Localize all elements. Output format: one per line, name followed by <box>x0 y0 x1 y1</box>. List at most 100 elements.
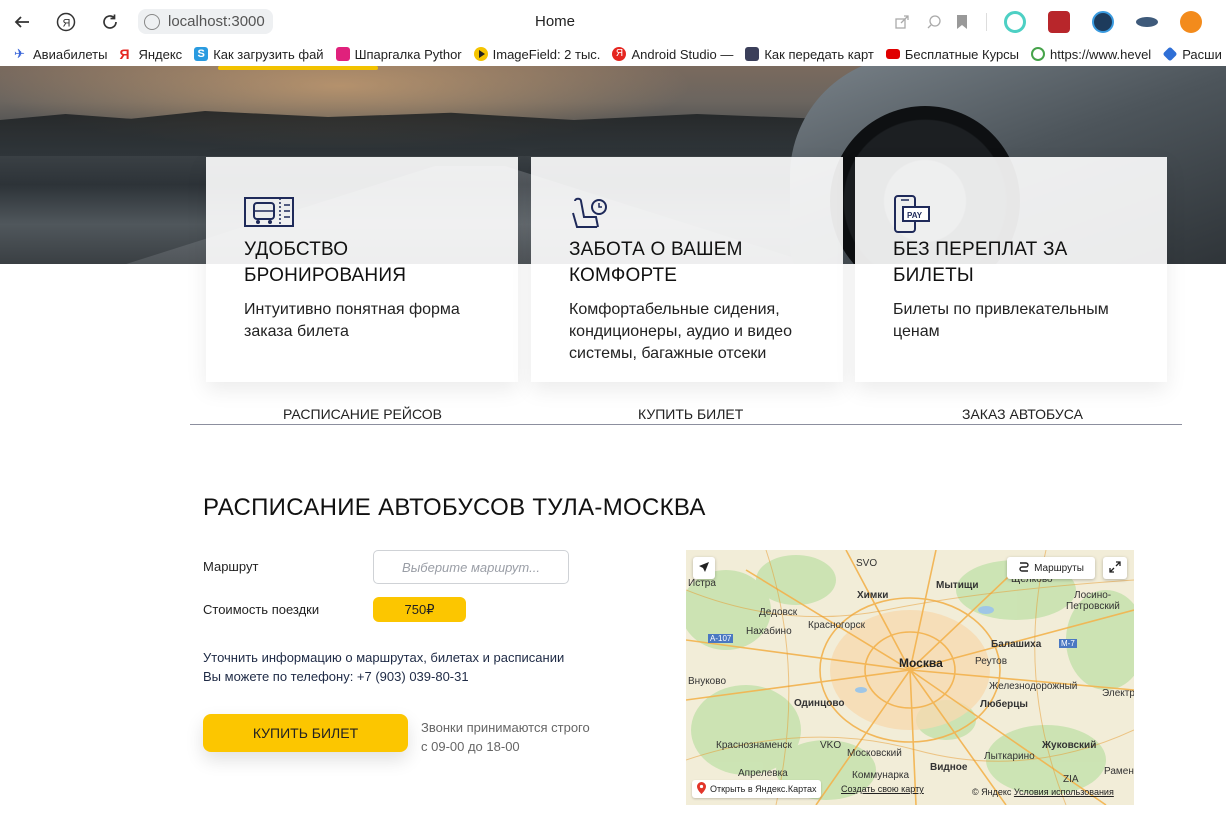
map-place-label: Лосино- <box>1074 590 1112 601</box>
tab-buy-ticket[interactable]: КУПИТЬ БИЛЕТ <box>638 406 743 422</box>
extension-fox-icon[interactable] <box>1180 11 1202 33</box>
map-place-label: Рамен <box>1104 766 1134 777</box>
terms-link[interactable]: Условия использования <box>1014 787 1114 797</box>
extension-alice-icon[interactable] <box>1004 11 1026 33</box>
bookmark-label: Шпаргалка Pythor <box>354 46 462 62</box>
geolocation-button[interactable] <box>693 557 715 579</box>
feature-title: БЕЗ ПЕРЕПЛАТ ЗА БИЛЕТЫ <box>893 239 1068 286</box>
address-bar[interactable]: localhost:3000 <box>138 9 273 34</box>
bookmark-item[interactable]: Я Android Studio — <box>612 47 733 62</box>
yandex-map[interactable]: Истра SVO Химки Мытищи Щёлково Лосино- П… <box>686 550 1134 805</box>
open-in-yandex-maps[interactable]: Открыть в Яндекс.Картах <box>692 780 822 798</box>
folder-icon <box>335 47 350 61</box>
bus-ticket-icon <box>244 195 296 231</box>
reload-icon[interactable] <box>98 10 122 34</box>
hero-accent-strip <box>218 66 378 70</box>
bookmark-item[interactable]: ImageField: 2 тыс. <box>473 46 601 62</box>
play-icon <box>473 47 488 61</box>
create-map-link[interactable]: Создать свою карту <box>841 784 924 794</box>
contact-info: Уточнить информацию о маршрутах, билетах… <box>203 648 564 686</box>
locate-arrow-icon <box>698 561 710 576</box>
back-arrow-icon[interactable] <box>10 10 34 34</box>
map-place-label: Внуково <box>688 676 727 687</box>
map-place-label: Мытищи <box>936 580 979 591</box>
bookmark-item[interactable]: Шпаргалка Pythor <box>335 46 462 62</box>
yandex-icon: Я <box>119 46 130 62</box>
browser-toolbar: Я localhost:3000 Home <box>0 0 1226 42</box>
bookmark-item[interactable]: ✈ Авиабилеты <box>14 47 107 62</box>
expand-icon <box>1109 560 1121 576</box>
feature-title: УДОБСТВО БРОНИРОВАНИЯ <box>244 239 407 286</box>
plane-icon: ✈ <box>14 46 25 61</box>
buy-ticket-button[interactable]: КУПИТЬ БИЛЕТ <box>203 714 408 752</box>
contact-phone-line: Вы можете по телефону: +7 (903) 039-80-3… <box>203 669 469 684</box>
map-copyright: © Яндекс Условия использования <box>972 787 1114 797</box>
bookmark-label: Расши <box>1182 46 1222 62</box>
map-place-label: Одинцово <box>794 698 845 709</box>
price-label: Стоимость поездки <box>203 602 320 617</box>
route-select[interactable]: Выберите маршрут... <box>373 550 569 584</box>
address-text: localhost:3000 <box>168 13 265 30</box>
map-place-label: VKO <box>820 740 842 751</box>
map-place-label: Люберцы <box>980 699 1028 710</box>
route-icon <box>1018 561 1030 576</box>
stack-icon <box>1162 46 1178 62</box>
map-place-label: Химки <box>857 590 889 601</box>
map-place-label: Краснознаменск <box>716 740 792 751</box>
tab-title: Home <box>535 13 576 30</box>
routes-button-label: Маршруты <box>1034 562 1084 574</box>
feature-card-comfort: ЗАБОТА О ВАШЕМ КОМФОРТЕ Комфортабельные … <box>531 157 843 382</box>
bookmark-item[interactable]: https://www.hevel <box>1031 47 1151 62</box>
extension-game-icon[interactable] <box>1048 11 1070 33</box>
map-place-label: ZIA <box>1063 774 1079 785</box>
bookmark-label: ImageField: 2 тыс. <box>492 46 601 62</box>
bookmark-label: Яндекс <box>138 46 183 62</box>
extension-cloud-icon[interactable] <box>1136 17 1158 27</box>
bookmark-icon[interactable] <box>952 12 972 32</box>
feature-title: ЗАБОТА О ВАШЕМ КОМФОРТЕ <box>569 239 743 286</box>
extension-vpn-icon[interactable] <box>1092 11 1114 33</box>
svg-text:PAY: PAY <box>907 211 923 220</box>
open-in-yandex-maps-label: Открыть в Яндекс.Картах <box>710 784 817 794</box>
map-place-label: Красногорск <box>808 620 865 631</box>
map-place-label: Лыткарино <box>984 751 1035 762</box>
yandex-icon: Я <box>612 47 627 61</box>
map-place-label: Балашиха <box>991 639 1042 650</box>
bookmark-item[interactable]: Я Яндекс <box>119 47 182 62</box>
s-icon: S <box>194 47 209 61</box>
yandex-browser-icon[interactable]: Я <box>54 10 78 34</box>
map-place-label: Апрелевка <box>738 768 788 779</box>
map-pin-icon <box>697 782 706 796</box>
map-place-label: Дедовск <box>759 607 798 618</box>
bookmark-item[interactable]: Бесплатные Курсы <box>885 47 1019 62</box>
search-page-icon[interactable] <box>924 12 944 32</box>
route-label: Маршрут <box>203 559 259 574</box>
fullscreen-button[interactable] <box>1103 557 1127 579</box>
map-place-label: Петровский <box>1066 601 1120 612</box>
bookmark-item[interactable]: Как передать карт <box>745 47 874 62</box>
tab-bus-order[interactable]: ЗАКАЗ АВТОБУСА <box>962 406 1083 422</box>
bookmark-item[interactable]: S Как загрузить фай <box>194 47 324 62</box>
pay-phone-icon: PAY <box>893 195 945 233</box>
map-place-label: Видное <box>930 762 968 773</box>
copyright-text: © Яндекс <box>972 787 1012 797</box>
feature-text: Билеты по привлекательным ценам <box>893 301 1109 340</box>
bookmark-label: Как передать карт <box>764 46 874 62</box>
tab-schedule[interactable]: РАСПИСАНИЕ РЕЙСОВ <box>283 406 442 422</box>
map-place-label: Истра <box>688 578 716 589</box>
map-road-sign: M-7 <box>1059 639 1077 648</box>
map-place-label: Нахабино <box>746 626 792 637</box>
site-info-icon[interactable] <box>144 13 160 30</box>
schedule-title: РАСПИСАНИЕ АВТОБУСОВ ТУЛА-МОСКВА <box>203 494 706 521</box>
bookmark-item[interactable]: Расши <box>1162 46 1222 62</box>
share-icon[interactable] <box>892 12 912 32</box>
map-place-label: Коммунарка <box>852 770 910 781</box>
section-tabs: РАСПИСАНИЕ РЕЙСОВ КУПИТЬ БИЛЕТ ЗАКАЗ АВТ… <box>190 400 1182 425</box>
toolbar-divider <box>986 13 987 31</box>
seat-clock-icon <box>569 195 621 231</box>
routes-button[interactable]: Маршруты <box>1007 557 1095 579</box>
map-city-label: Москва <box>899 656 943 670</box>
feature-card-booking: УДОБСТВО БРОНИРОВАНИЯ Интуитивно понятна… <box>206 157 518 382</box>
bookmark-label: Android Studio — <box>631 46 734 62</box>
call-hours-line: Звонки принимаются строго <box>421 720 590 735</box>
